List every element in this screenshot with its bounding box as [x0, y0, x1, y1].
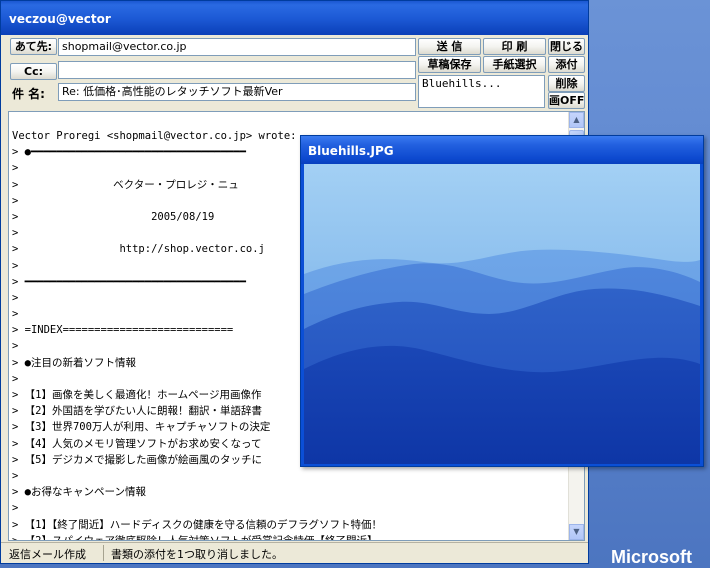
body-line: >: [12, 502, 19, 515]
attach-button[interactable]: 添付: [548, 56, 585, 73]
scroll-down-icon[interactable]: ▼: [569, 524, 584, 540]
image-window-title: Bluehills.JPG: [308, 144, 394, 158]
status-message: 書類の添付を1つ取り消しました。: [111, 548, 283, 561]
window-titlebar[interactable]: veczou@vector: [1, 1, 588, 35]
to-button[interactable]: あて先:: [10, 38, 57, 55]
bluehills-image: [304, 164, 700, 464]
scroll-up-icon[interactable]: ▲: [569, 112, 584, 128]
send-button[interactable]: 送 信: [418, 38, 481, 55]
cc-button[interactable]: Cc:: [10, 63, 57, 80]
body-line: > ●お得なキャンペーン情報: [12, 486, 146, 499]
window-title: veczou@vector: [9, 12, 111, 26]
microsoft-logo: Microsoft: [611, 547, 692, 567]
attachment-list[interactable]: Bluehills...: [418, 75, 545, 108]
stationery-button[interactable]: 手紙選択: [483, 56, 546, 73]
body-line: > 【2】スパイウェア徹底駆除！人気対策ソフトが受賞記念特価【終了間近】: [12, 534, 378, 541]
cc-field[interactable]: [58, 61, 416, 79]
status-bar: 返信メール作成 書類の添付を1つ取り消しました。: [1, 542, 588, 563]
save-draft-button[interactable]: 草稿保存: [418, 56, 481, 73]
image-window-titlebar[interactable]: Bluehills.JPG: [301, 136, 703, 164]
body-line: > 【1】【終了間近】ハードディスクの健康を守る信頼のデフラグソフト特価！: [12, 518, 382, 531]
to-field[interactable]: shopmail@vector.co.jp: [58, 38, 416, 56]
status-separator: [103, 545, 104, 561]
subject-field[interactable]: Re: 低価格･高性能のレタッチソフト最新Ver: [58, 83, 416, 101]
image-off-button[interactable]: 画OFF: [548, 92, 585, 109]
subject-label: 件 名:: [12, 87, 45, 101]
image-preview-window[interactable]: Bluehills.JPG: [300, 135, 704, 467]
attachment-item[interactable]: Bluehills...: [422, 77, 501, 90]
delete-attachment-button[interactable]: 削除: [548, 75, 585, 92]
print-button[interactable]: 印 刷: [483, 38, 546, 55]
body-line: >: [12, 469, 19, 482]
close-button[interactable]: 閉じる: [548, 38, 585, 55]
status-mode: 返信メール作成: [9, 548, 86, 561]
